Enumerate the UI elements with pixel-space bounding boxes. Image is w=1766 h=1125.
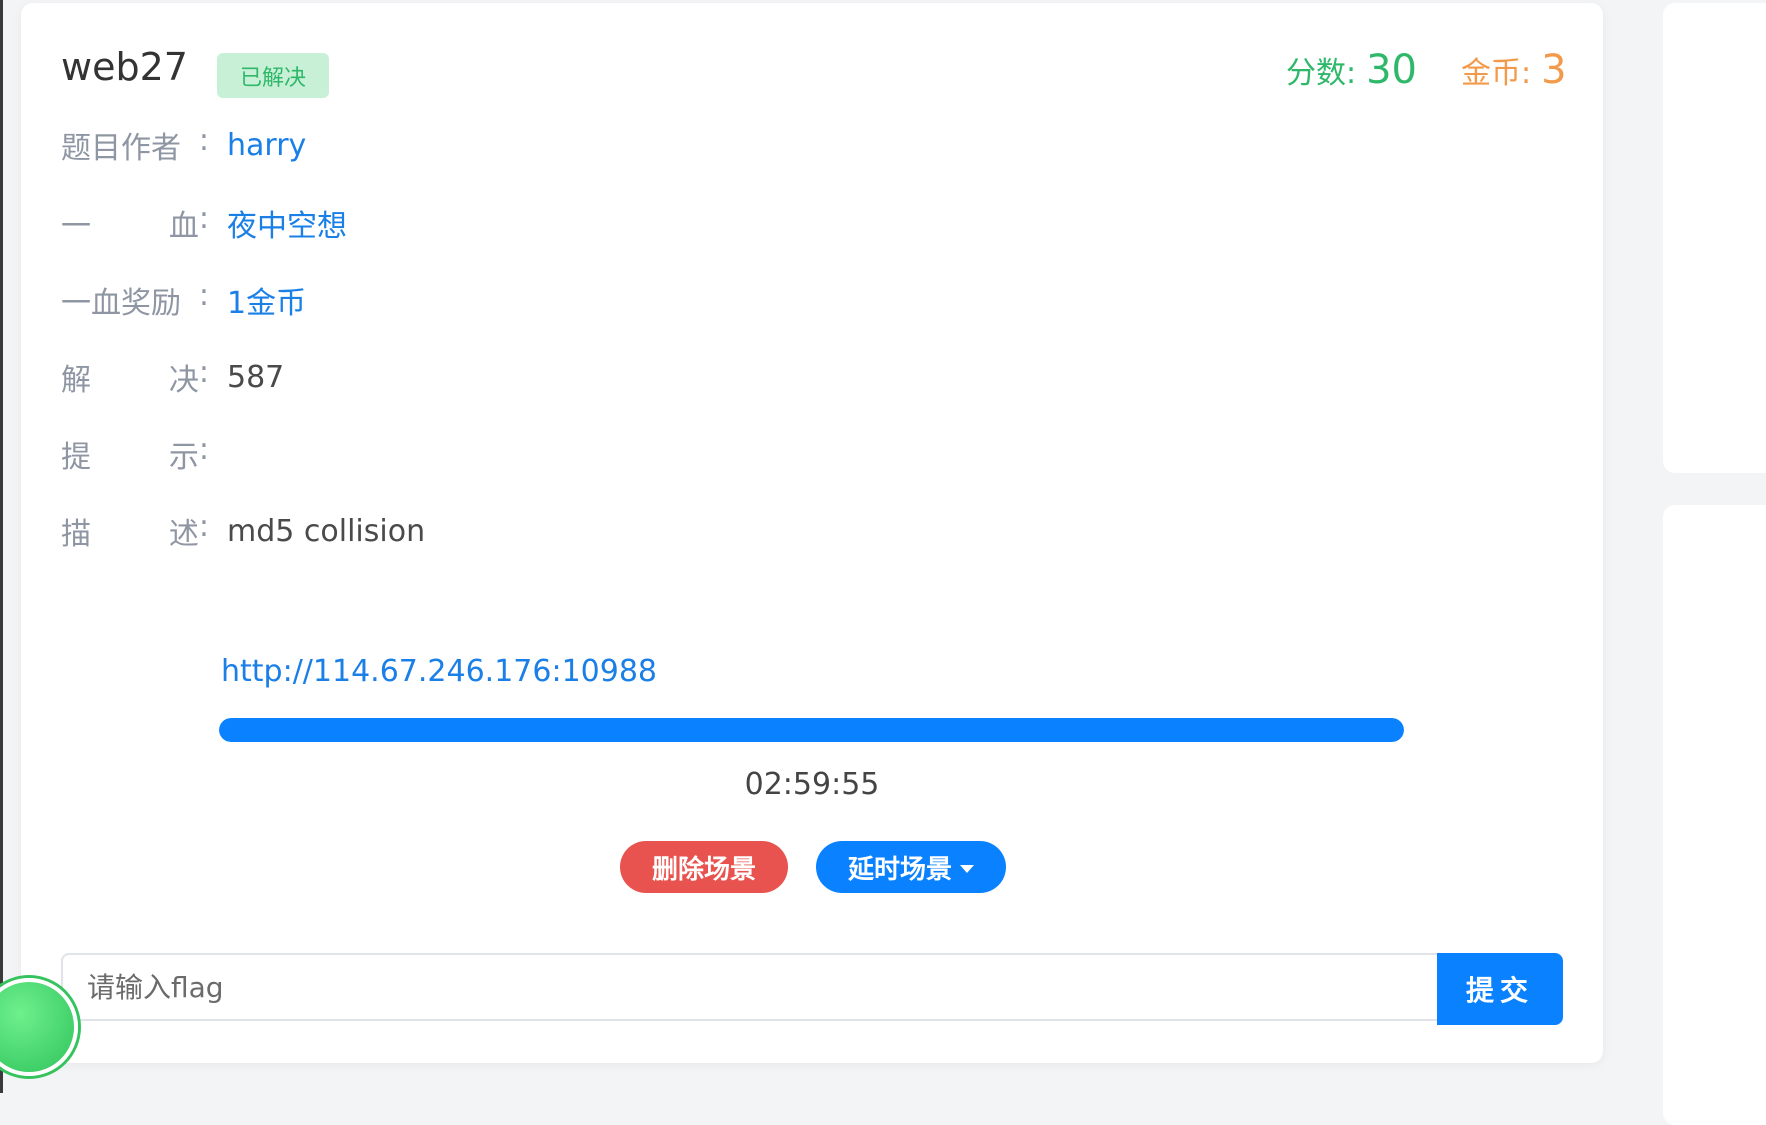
coins-label: 金币:	[1461, 56, 1532, 91]
hint-row: 提 示:	[61, 432, 227, 476]
description-label-char: 描	[61, 517, 91, 552]
score-label: 分数:	[1286, 56, 1357, 91]
caret-down-icon	[960, 865, 974, 873]
instance-countdown-timer: 02:59:55	[744, 767, 880, 802]
score-display: 分数: 30	[1286, 47, 1417, 93]
coins-display: 金币: 3	[1461, 47, 1567, 93]
author-label-char: 题	[61, 131, 91, 166]
author-row: 题目作者 : harry	[61, 123, 306, 167]
challenge-title: web27	[61, 45, 188, 89]
delay-instance-label: 延时场景	[847, 854, 952, 885]
solves-label-char: 解	[61, 363, 91, 398]
window-left-edge	[0, 0, 3, 1093]
reward-label-char: 励	[151, 286, 181, 321]
score-value: 30	[1366, 47, 1418, 93]
first-blood-label-colon: :	[198, 201, 209, 236]
reward-label-char: 血	[91, 286, 121, 321]
instance-time-progress-bar	[219, 718, 1404, 742]
first-blood-label-char: 一	[61, 209, 91, 244]
solved-status-badge: 已解决	[217, 53, 329, 98]
first-blood-reward-row: 一血奖励 : 1金币	[61, 278, 307, 322]
author-label-colon: :	[198, 123, 209, 158]
first-blood-reward-label: 一血奖励 :	[61, 278, 209, 322]
reward-label-colon: :	[198, 278, 209, 313]
description-label: 描 述:	[61, 509, 209, 553]
author-label-char: 作	[121, 131, 151, 166]
first-blood-label: 一 血:	[61, 201, 209, 245]
solves-label-char: 决	[168, 363, 199, 398]
description-value: md5 collision	[227, 513, 426, 549]
solves-label-colon: :	[198, 355, 209, 390]
author-label-char: 者	[151, 131, 181, 166]
first-blood-label-char: 血	[168, 209, 199, 244]
description-label-char: 述	[168, 517, 199, 552]
flag-input[interactable]	[61, 953, 1437, 1021]
description-row: 描 述: md5 collision	[61, 509, 426, 553]
author-label: 题目作者 :	[61, 123, 209, 167]
hint-label-char: 示	[168, 440, 199, 475]
reward-label-char: 奖	[121, 286, 151, 321]
first-blood-row: 一 血: 夜中空想	[61, 201, 347, 245]
description-label-colon: :	[198, 509, 209, 544]
author-label-char: 目	[91, 131, 121, 166]
challenge-card: web27 已解决 分数: 30 金币: 3 题目作者 : harry 一 血:…	[21, 3, 1603, 1063]
progress-fill	[219, 718, 1404, 742]
hint-label-char: 提	[61, 440, 91, 475]
instance-url-link[interactable]: http://114.67.246.176:10988	[221, 654, 657, 689]
hint-label: 提 示:	[61, 432, 209, 476]
solves-value: 587	[227, 359, 285, 395]
first-blood-value[interactable]: 夜中空想	[227, 201, 347, 245]
author-value[interactable]: harry	[227, 128, 306, 163]
reward-label-char: 一	[61, 286, 91, 321]
solves-label: 解 决:	[61, 355, 209, 399]
hint-label-colon: :	[198, 432, 209, 467]
coins-value: 3	[1541, 47, 1567, 93]
first-blood-reward-value: 1金币	[227, 286, 307, 321]
side-panel-top	[1663, 3, 1766, 473]
delay-instance-dropdown-button[interactable]: 延时场景	[816, 841, 1006, 893]
side-panel-bottom	[1663, 505, 1766, 1125]
solves-row: 解 决: 587	[61, 355, 285, 399]
delete-instance-button[interactable]: 删除场景	[620, 841, 788, 893]
submit-flag-button[interactable]: 提交	[1437, 953, 1563, 1025]
